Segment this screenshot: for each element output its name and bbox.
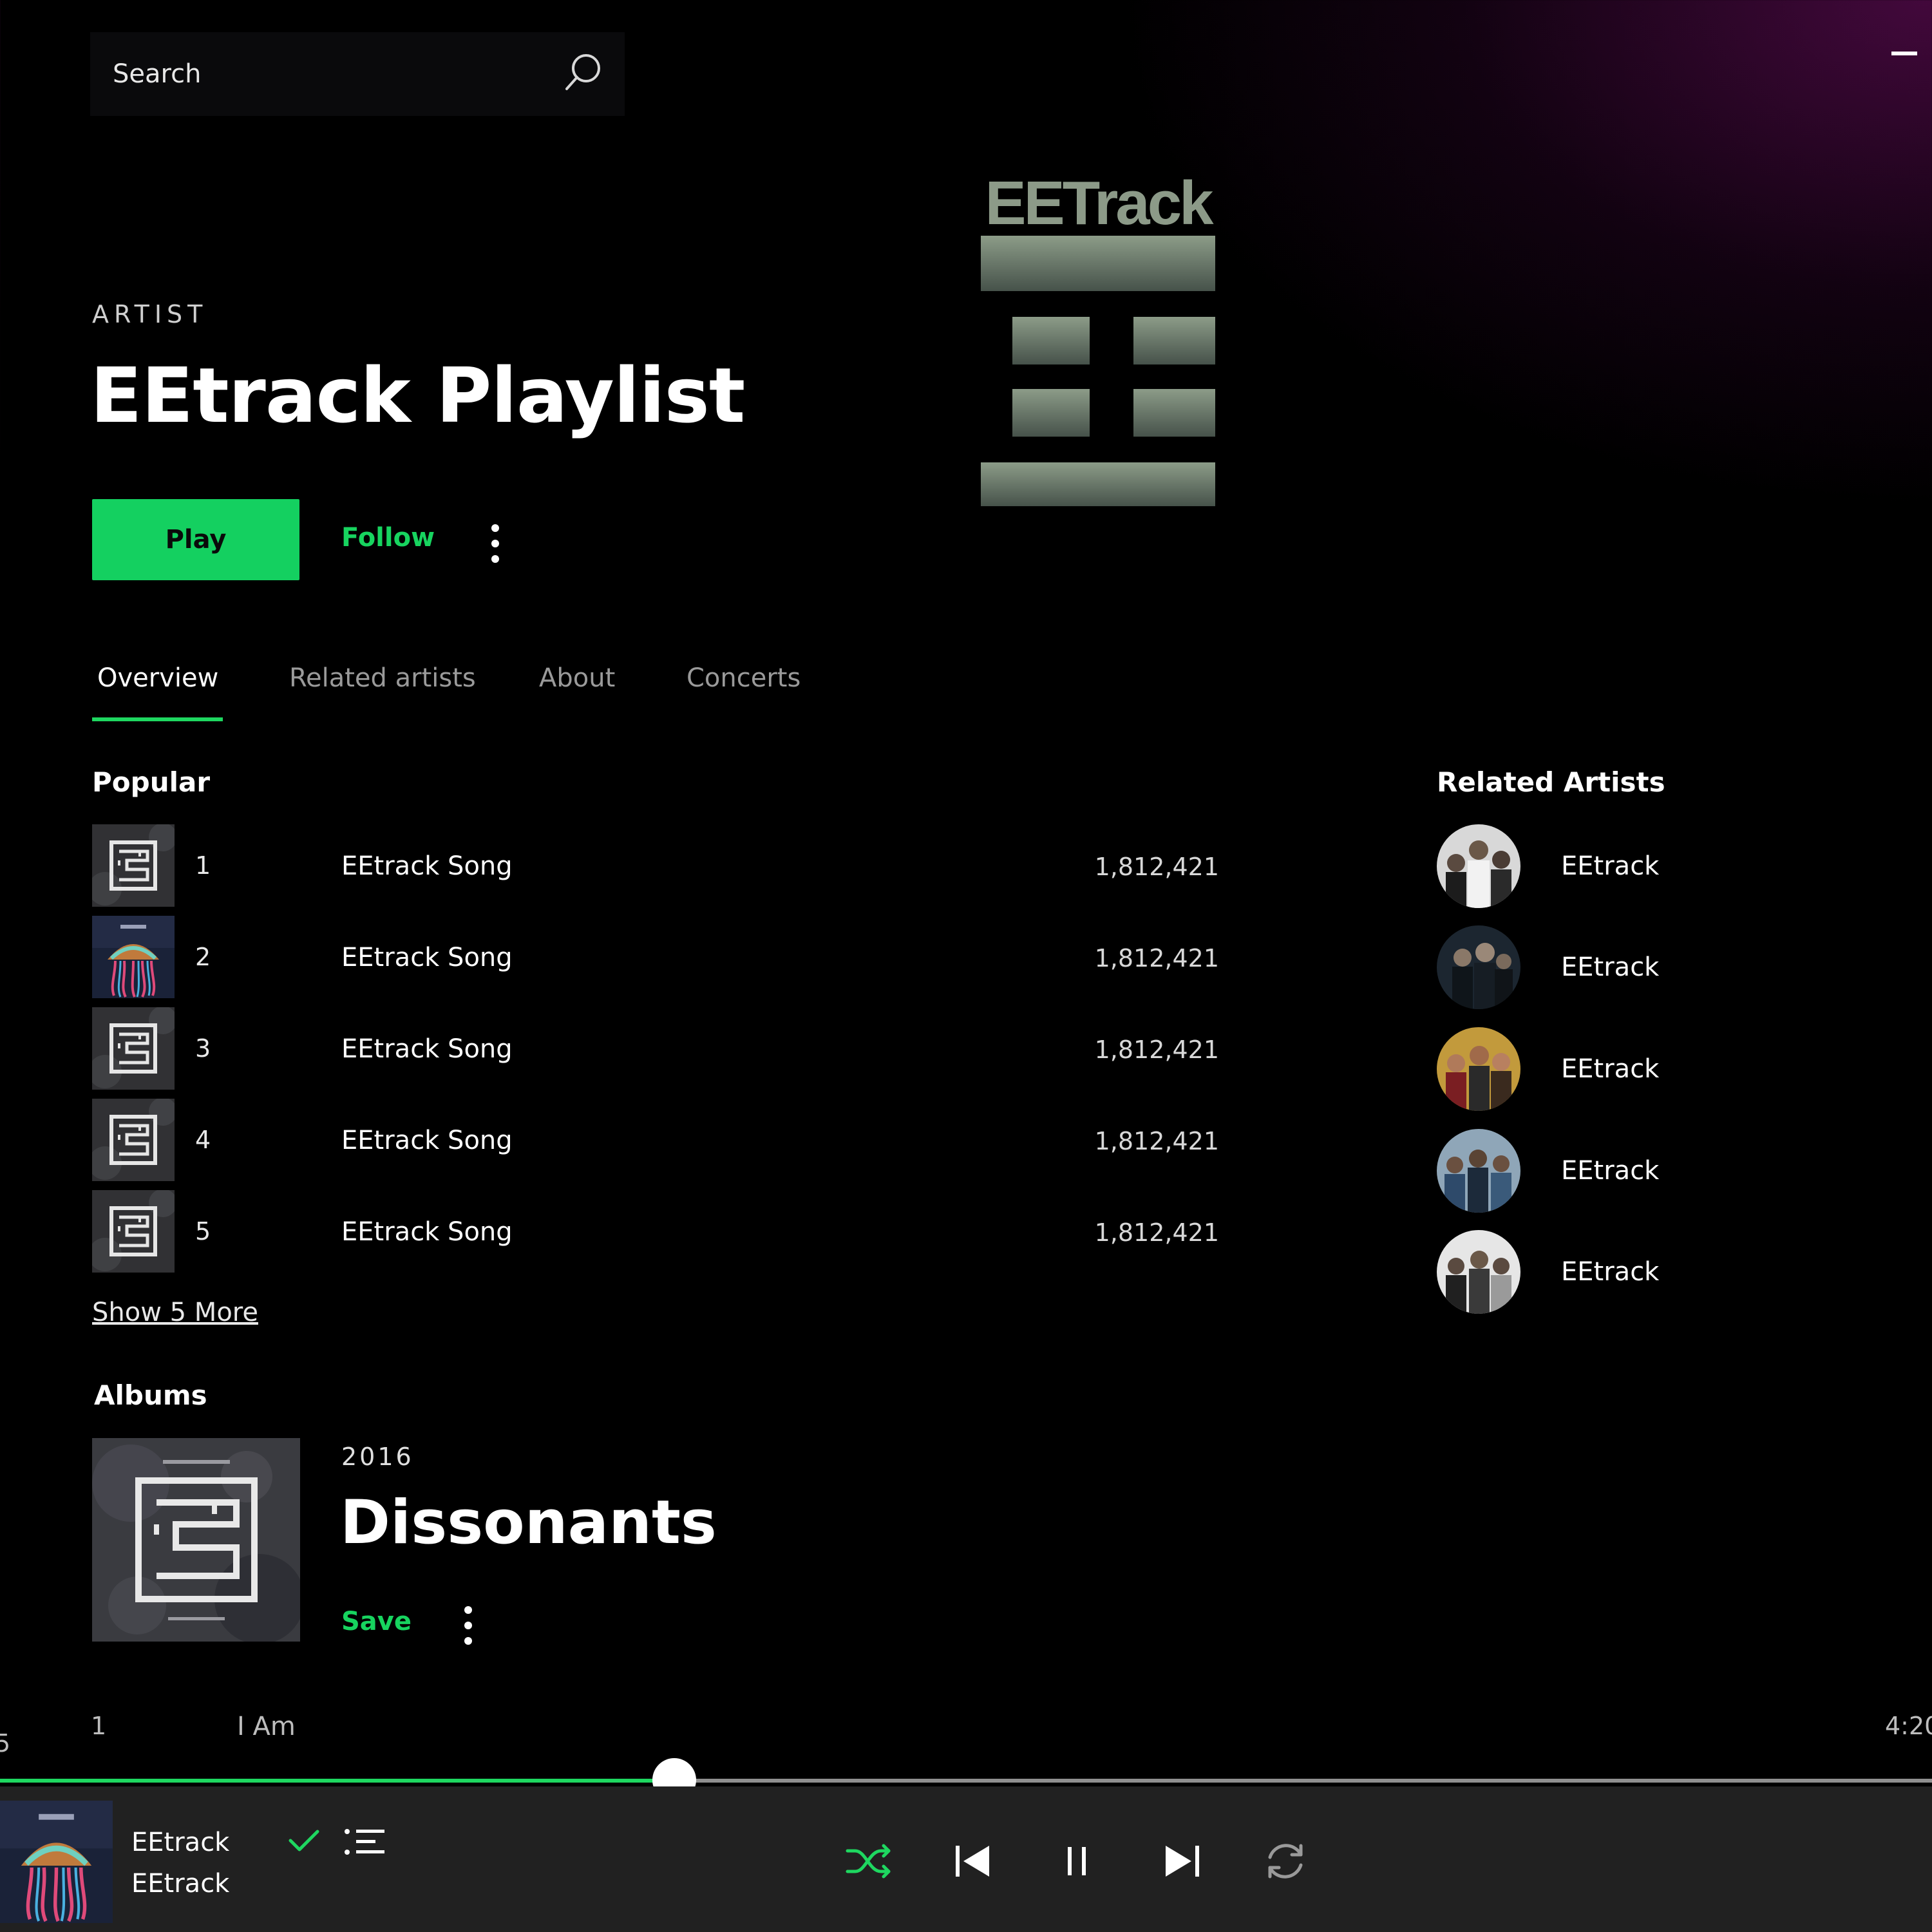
album-track-title[interactable]: I Am <box>237 1712 296 1741</box>
active-tab-indicator <box>92 717 223 721</box>
album-save-button[interactable]: Save <box>341 1607 412 1636</box>
tab-concerts[interactable]: Concerts <box>687 663 800 693</box>
related-artist-item[interactable]: EEtrack <box>1437 1027 1759 1111</box>
artist-avatar[interactable] <box>1437 824 1520 908</box>
track-row[interactable]: 1 EEtrack Song 1,812,421 <box>92 824 1219 907</box>
album-track-number: 1 <box>91 1712 107 1740</box>
artist-avatar[interactable] <box>1437 1027 1520 1111</box>
track-number: 1 <box>195 851 211 880</box>
progress-fill <box>0 1779 674 1783</box>
artist-avatar[interactable] <box>1437 1230 1520 1314</box>
albums-heading: Albums <box>94 1379 207 1411</box>
show-more-link[interactable]: Show 5 More <box>92 1298 258 1327</box>
album-cover-image[interactable] <box>92 1438 300 1642</box>
related-artist-item[interactable]: EEtrack <box>1437 1230 1759 1314</box>
tab-about[interactable]: About <box>539 663 615 693</box>
artist-avatar[interactable] <box>1437 925 1520 1009</box>
page-title: EEtrack Playlist <box>90 351 745 440</box>
search-input[interactable] <box>90 32 625 116</box>
tab-related-artists[interactable]: Related artists <box>289 663 476 693</box>
pause-icon[interactable] <box>1052 1837 1101 1886</box>
repeat-icon[interactable] <box>1261 1837 1310 1886</box>
queue-icon[interactable] <box>343 1826 386 1859</box>
truncated-text: 5 <box>0 1729 11 1757</box>
track-title[interactable]: EEtrack Song <box>341 943 513 972</box>
track-cover-image <box>92 916 175 998</box>
search-box[interactable] <box>90 32 625 116</box>
track-number: 3 <box>195 1034 211 1063</box>
track-cover-image <box>92 1190 175 1273</box>
track-row[interactable]: 2 EEtrack Song 1,812,421 <box>92 916 1219 998</box>
now-playing-title[interactable]: EEtrack <box>131 1828 229 1857</box>
track-row[interactable]: 3 EEtrack Song 1,812,421 <box>92 1007 1219 1090</box>
artist-logo: EETrack <box>979 169 1217 509</box>
artist-kind-label: ARTIST <box>92 300 208 328</box>
search-icon[interactable] <box>560 50 605 95</box>
tab-overview[interactable]: Overview <box>97 663 218 693</box>
track-play-count: 1,812,421 <box>1094 1127 1219 1155</box>
track-play-count: 1,812,421 <box>1094 944 1219 972</box>
minimize-icon[interactable] <box>1891 52 1917 55</box>
track-number: 4 <box>195 1126 211 1154</box>
previous-icon[interactable] <box>949 1837 998 1886</box>
track-row[interactable]: 4 EEtrack Song 1,812,421 <box>92 1099 1219 1181</box>
track-cover-image <box>92 1099 175 1181</box>
more-vertical-icon[interactable] <box>491 524 500 571</box>
track-cover-image <box>92 824 175 907</box>
track-play-count: 1,812,421 <box>1094 1218 1219 1247</box>
related-artist-item[interactable]: EEtrack <box>1437 1129 1759 1213</box>
track-title[interactable]: EEtrack Song <box>341 851 513 881</box>
artist-name[interactable]: EEtrack <box>1561 952 1659 982</box>
artist-name[interactable]: EEtrack <box>1561 851 1659 881</box>
album-year: 2016 <box>341 1443 414 1471</box>
album-title[interactable]: Dissonants <box>340 1488 717 1558</box>
artist-avatar[interactable] <box>1437 1129 1520 1213</box>
next-icon[interactable] <box>1157 1837 1206 1886</box>
track-title[interactable]: EEtrack Song <box>341 1217 513 1247</box>
track-play-count: 1,812,421 <box>1094 853 1219 881</box>
related-artist-item[interactable]: EEtrack <box>1437 824 1759 908</box>
play-button[interactable]: Play <box>92 499 299 580</box>
track-play-count: 1,812,421 <box>1094 1036 1219 1064</box>
track-number: 5 <box>195 1217 211 1245</box>
follow-button[interactable]: Follow <box>341 523 435 553</box>
popular-heading: Popular <box>92 766 211 798</box>
logo-text: EETrack <box>985 174 1215 238</box>
now-playing-artist[interactable]: EEtrack <box>131 1869 229 1899</box>
track-cover-image <box>92 1007 175 1090</box>
artist-name[interactable]: EEtrack <box>1561 1054 1659 1084</box>
related-artist-item[interactable]: EEtrack <box>1437 925 1759 1009</box>
track-title[interactable]: EEtrack Song <box>341 1126 513 1155</box>
track-row[interactable]: 5 EEtrack Song 1,812,421 <box>92 1190 1219 1273</box>
track-number: 2 <box>195 943 211 971</box>
shuffle-icon[interactable] <box>844 1837 893 1886</box>
track-title[interactable]: EEtrack Song <box>341 1034 513 1064</box>
album-track-duration: 4:20 <box>1885 1712 1932 1740</box>
more-vertical-icon[interactable] <box>464 1606 473 1653</box>
artist-name[interactable]: EEtrack <box>1561 1156 1659 1186</box>
artist-name[interactable]: EEtrack <box>1561 1257 1659 1287</box>
related-artists-heading: Related Artists <box>1437 766 1665 798</box>
check-icon[interactable] <box>288 1828 320 1853</box>
now-playing-cover[interactable] <box>0 1801 113 1923</box>
